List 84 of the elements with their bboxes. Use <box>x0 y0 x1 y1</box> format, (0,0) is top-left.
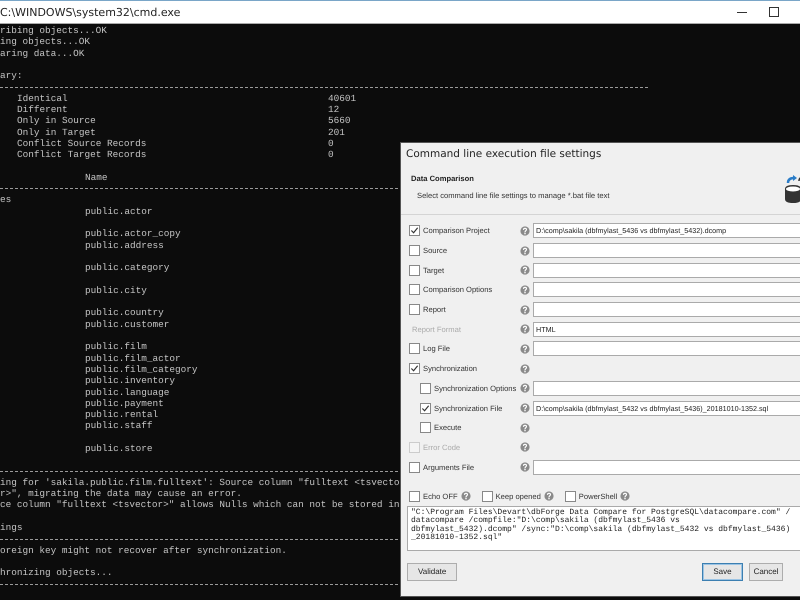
help-icon[interactable] <box>620 491 630 502</box>
input-field[interactable] <box>533 302 800 318</box>
dialog-title: Command line execution file settings <box>405 147 602 162</box>
summary-label: Only in Target <box>17 126 96 138</box>
input-field[interactable] <box>533 262 800 278</box>
summary-label: Only in Source <box>17 115 96 126</box>
console-text: es <box>0 194 12 206</box>
help-icon[interactable] <box>520 383 530 394</box>
object-name: public.customer <box>85 318 170 330</box>
checkbox[interactable] <box>409 225 420 236</box>
checkbox[interactable] <box>409 245 420 256</box>
summary-value: 0 <box>328 149 334 161</box>
console-text: aring data...OK <box>0 48 84 59</box>
object-name: Name <box>85 172 108 184</box>
help-icon[interactable] <box>520 403 530 414</box>
input-field[interactable] <box>533 460 800 475</box>
checkbox[interactable] <box>409 264 420 276</box>
object-name: public.language <box>85 386 170 398</box>
console-text: ing objects...OK <box>0 36 90 48</box>
command-text-area[interactable]: "C:\Program Files\Devart\dbForge Data Compare for PostgreSQL\datacompare.com" / datacompare /compfile:"D:\comp\sakila (dbfmylast_5436 vs dbfmylast_5432).dcomp" /sync:"D:\comp\sakila (dbfmylast_5432 vs dbfmylast_5436) _20181010-1352.sql" <box>407 506 800 551</box>
help-icon[interactable] <box>544 491 554 502</box>
help-icon[interactable] <box>520 226 530 236</box>
input-field[interactable] <box>533 380 800 396</box>
checkbox[interactable] <box>409 462 420 473</box>
summary-label: Conflict Source Records <box>17 138 146 149</box>
object-name: public.rental <box>85 409 158 420</box>
console-text: r>", migrating the data may cause an error. <box>0 488 242 500</box>
object-name: public.actor <box>85 206 153 218</box>
summary-value: 201 <box>328 126 345 138</box>
dialog-button[interactable]: Validate <box>407 562 458 581</box>
console-text: oreign key might not recover after synchronization. <box>0 544 287 556</box>
checkbox[interactable] <box>409 490 420 502</box>
help-icon[interactable] <box>520 462 530 472</box>
help-icon[interactable] <box>520 364 530 374</box>
help-icon[interactable] <box>520 265 530 276</box>
maximize-icon[interactable] <box>769 7 779 17</box>
input-field[interactable] <box>533 243 800 258</box>
input-field[interactable] <box>533 282 800 298</box>
help-icon[interactable] <box>520 324 530 334</box>
help-icon[interactable] <box>520 422 530 433</box>
summary-label: Identical <box>17 92 68 104</box>
help-icon[interactable] <box>520 246 530 256</box>
summary-label: Conflict Target Records <box>17 149 146 160</box>
checkbox[interactable] <box>409 284 420 296</box>
object-name: public.category <box>85 262 170 274</box>
console-text: ary: <box>0 70 23 82</box>
help-icon[interactable] <box>520 344 530 354</box>
object-name: public.film_actor <box>85 352 181 364</box>
object-name: public.film <box>85 341 147 353</box>
console-text: hronizing objects... <box>0 567 113 579</box>
summary-value: 5660 <box>328 115 351 127</box>
summary-value: 12 <box>328 104 340 116</box>
checkbox[interactable] <box>409 304 420 316</box>
console-text: ing for 'sakila.public.film.fulltext': Source column "fulltext <tsvecto <box>0 476 400 488</box>
checkbox[interactable] <box>420 422 431 434</box>
object-name: public.actor_copy <box>85 228 181 240</box>
help-icon[interactable] <box>460 491 471 502</box>
checkbox[interactable] <box>482 490 493 502</box>
checkbox[interactable] <box>420 402 431 414</box>
summary-value: 40601 <box>328 92 356 104</box>
console-text: ings <box>0 522 23 534</box>
checkbox[interactable] <box>564 490 576 502</box>
object-name: public.payment <box>85 398 164 410</box>
help-icon[interactable] <box>520 304 530 315</box>
object-name: public.film_category <box>85 364 198 376</box>
object-name: public.address <box>85 240 164 251</box>
help-icon[interactable] <box>520 284 530 295</box>
object-name: public.country <box>85 307 164 319</box>
object-name: public.city <box>85 284 147 296</box>
object-name: public.store <box>85 442 153 454</box>
input-field[interactable] <box>533 341 800 356</box>
help-icon[interactable] <box>520 442 530 452</box>
console-text: ribing objects...OK <box>0 25 107 36</box>
checkbox[interactable] <box>409 343 420 354</box>
checkbox[interactable] <box>409 363 420 374</box>
dialog-button[interactable]: Cancel <box>748 562 784 581</box>
summary-value: 0 <box>328 138 334 150</box>
window-title: C:\WINDOWS\system32\cmd.exe <box>0 6 182 18</box>
dialog-button[interactable]: Save <box>702 562 743 581</box>
checkbox[interactable] <box>420 382 431 394</box>
object-name: public.staff <box>85 420 153 432</box>
object-name: public.inventory <box>85 375 176 386</box>
summary-label: Different <box>17 104 68 116</box>
console-text: ce column "fulltext <tsvector>" allows Nulls which can not be stored in <box>0 499 400 511</box>
